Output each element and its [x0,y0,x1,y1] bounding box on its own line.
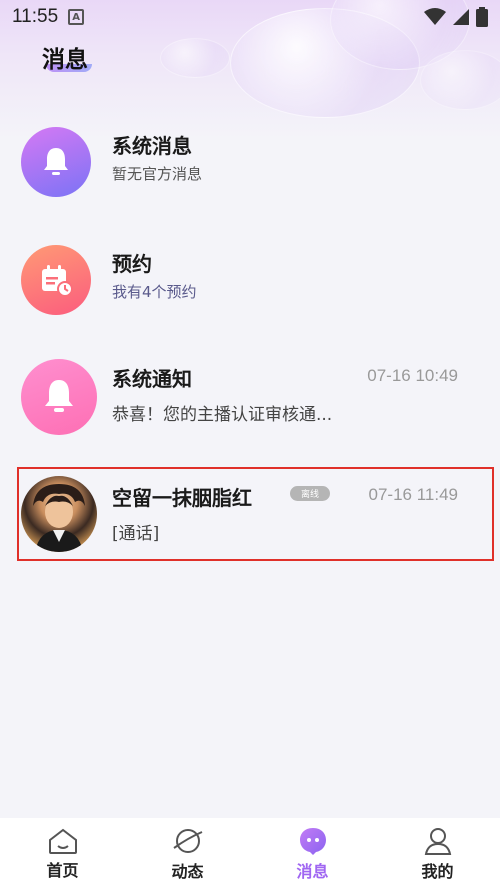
status-icons [424,7,488,27]
tab-label: 我的 [421,862,454,881]
profile-icon [424,828,451,855]
tab-messages[interactable]: 消息 [250,818,375,888]
message-subtitle: 我有4个预约 [112,283,197,301]
planet-icon [172,829,202,853]
tab-label: 动态 [171,862,204,881]
bell-icon [21,127,91,197]
wifi-icon [424,8,446,25]
tab-label: 消息 [296,862,329,881]
message-item-system-notice[interactable]: 系统通知 07-16 10:49 恭喜！您的主播认证审核通... [0,345,500,445]
selection-highlight [17,467,494,561]
bell-icon [21,359,97,435]
message-subtitle: 暂无官方消息 [112,165,203,183]
message-title: 系统消息 [112,134,192,158]
tab-profile[interactable]: 我的 [375,818,500,888]
decor-bubble [420,50,500,110]
tab-label: 首页 [46,861,79,880]
tab-home[interactable]: 首页 [0,818,125,888]
battery-icon [476,7,488,27]
a-letter-icon: A [68,9,85,25]
decor-bubble [160,38,230,78]
message-time: 07-16 10:49 [367,366,458,385]
message-item-system-messages[interactable]: 系统消息 暂无官方消息 [0,112,500,212]
tab-moments[interactable]: 动态 [125,818,250,888]
page-title: 消息 [42,47,88,73]
message-subtitle: 恭喜！您的主播认证审核通... [112,405,333,425]
message-title: 系统通知 [112,367,192,391]
message-title: 预约 [112,252,152,276]
signal-icon [453,9,469,25]
chat-bubble-icon [299,828,326,855]
home-icon [48,828,77,854]
message-item-appointments[interactable]: 预约 我有4个预约 [0,230,500,330]
status-bar: 11:55 A [0,0,500,34]
bottom-tab-bar: 首页 动态 消息 我的 [0,818,500,888]
status-time: 11:55 [12,6,59,27]
calendar-icon [21,245,91,315]
